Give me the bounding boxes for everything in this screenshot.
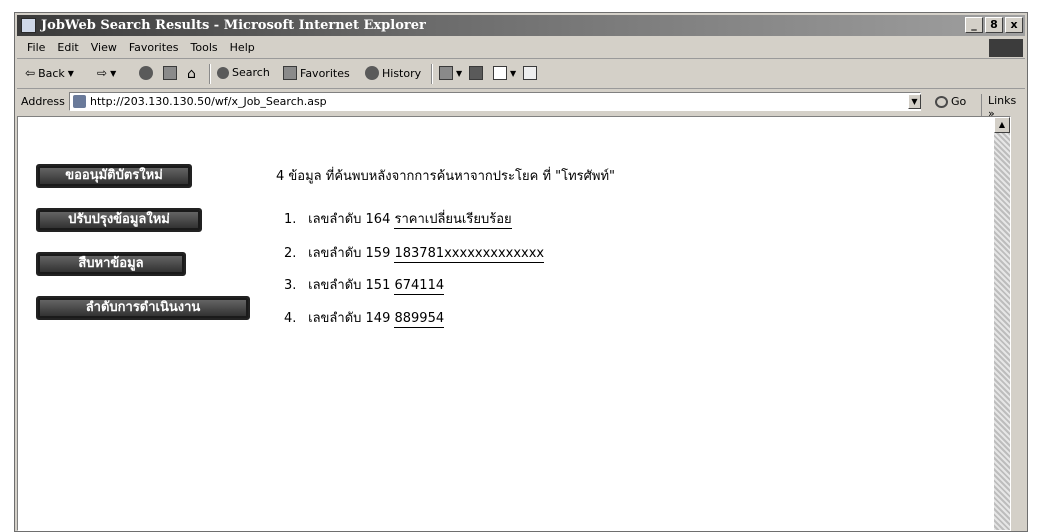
back-button[interactable]: ⇦ Back ▼	[25, 66, 74, 80]
item-number: 1.	[284, 212, 297, 227]
print-icon	[469, 66, 483, 80]
list-item: 3. เลขลำดับ 151 674114	[284, 274, 445, 295]
favorites-label: Favorites	[300, 66, 350, 80]
list-item: 2. เลขลำดับ 159 183781xxxxxxxxxxxxx	[284, 242, 545, 263]
go-button[interactable]: Go	[935, 95, 966, 108]
toolbar: ⇦ Back ▼ ⇨ ▼ ⌂ Search Favorites History …	[17, 60, 1025, 89]
history-button[interactable]: History	[365, 66, 421, 80]
result-link[interactable]: ราคาเปลี่ยนเรียบร้อย	[394, 212, 512, 229]
page-content: ▲ ขออนุมัติบัตรใหม่ ปรับปรุงข้อมูลใหม่ ส…	[17, 116, 1011, 531]
chevron-down-icon: ▼	[67, 68, 74, 78]
favorites-folder-icon	[283, 66, 297, 80]
favorites-button[interactable]: Favorites	[283, 66, 350, 80]
refresh-icon	[163, 66, 177, 80]
minimize-button[interactable]: _	[965, 17, 983, 33]
item-prefix: เลขลำดับ 164	[308, 212, 391, 227]
page-icon	[73, 95, 86, 108]
address-label: Address	[21, 95, 65, 108]
refresh-button[interactable]	[163, 66, 177, 80]
address-dropdown-button[interactable]: ▼	[908, 94, 921, 109]
stop-icon	[139, 66, 153, 80]
discuss-icon	[523, 66, 537, 80]
title-bar: JobWeb Search Results - Microsoft Intern…	[17, 15, 1025, 36]
edit-word-button[interactable]: ▼	[493, 66, 516, 80]
item-number: 2.	[284, 246, 297, 261]
print-button[interactable]	[469, 66, 483, 80]
back-arrow-icon: ⇦	[25, 66, 36, 80]
item-prefix: เลขลำดับ 151	[308, 278, 391, 293]
word-icon	[493, 66, 507, 80]
toolbar-separator	[431, 64, 433, 84]
menu-tools[interactable]: Tools	[185, 38, 224, 54]
list-item: 4. เลขลำดับ 149 889954	[284, 307, 445, 328]
menu-view[interactable]: View	[85, 38, 123, 54]
scroll-up-button[interactable]: ▲	[994, 117, 1010, 133]
discuss-button[interactable]	[523, 66, 537, 80]
go-arrow-icon	[935, 95, 948, 108]
toolbar-separator	[209, 64, 211, 84]
windows-logo-icon	[989, 39, 1023, 57]
update-data-button[interactable]: ปรับปรุงข้อมูลใหม่	[36, 208, 202, 232]
menu-favorites[interactable]: Favorites	[123, 38, 185, 54]
menu-help[interactable]: Help	[224, 38, 261, 54]
search-data-button[interactable]: สืบหาข้อมูล	[36, 252, 186, 276]
history-label: History	[382, 66, 422, 80]
mail-icon	[439, 66, 453, 80]
home-button[interactable]: ⌂	[187, 66, 196, 82]
stop-button[interactable]	[139, 66, 153, 80]
menu-edit[interactable]: Edit	[51, 38, 84, 54]
result-link[interactable]: 183781xxxxxxxxxxxxx	[394, 246, 545, 263]
back-label: Back	[38, 66, 65, 80]
browser-window: JobWeb Search Results - Microsoft Intern…	[14, 12, 1028, 532]
chevron-down-icon: ▼	[110, 68, 117, 78]
close-button[interactable]: x	[1005, 17, 1023, 33]
history-icon	[365, 66, 379, 80]
maximize-button[interactable]: 8	[985, 17, 1003, 33]
menu-file[interactable]: File	[21, 38, 51, 54]
forward-button[interactable]: ⇨ ▼	[97, 66, 116, 80]
mail-button[interactable]: ▼	[439, 66, 462, 80]
chevron-down-icon: ▼	[456, 68, 463, 78]
search-label: Search	[232, 66, 270, 79]
home-icon: ⌂	[187, 66, 196, 82]
search-button[interactable]: Search	[217, 66, 270, 79]
item-number: 4.	[284, 311, 297, 326]
result-link[interactable]: 674114	[394, 278, 445, 295]
list-item: 1. เลขลำดับ 164 ราคาเปลี่ยนเรียบร้อย	[284, 208, 512, 229]
item-prefix: เลขลำดับ 159	[308, 246, 391, 261]
request-new-card-button[interactable]: ขออนุมัติบัตรใหม่	[36, 164, 192, 188]
window-controls: _ 8 x	[963, 17, 1023, 34]
go-label: Go	[951, 95, 967, 108]
address-input[interactable]: http://203.130.130.50/wf/x_Job_Search.as…	[69, 92, 921, 111]
result-link[interactable]: 889954	[394, 311, 445, 328]
forward-arrow-icon: ⇨	[97, 66, 108, 80]
chevron-down-icon: ▼	[510, 68, 517, 78]
search-icon	[217, 66, 229, 79]
window-title: JobWeb Search Results - Microsoft Intern…	[41, 18, 426, 33]
vertical-scrollbar[interactable]	[994, 133, 1010, 530]
results-headline: 4 ข้อมูล ที่ค้นพบหลังจากการค้นหาจากประโย…	[276, 169, 616, 184]
item-number: 3.	[284, 278, 297, 293]
address-url: http://203.130.130.50/wf/x_Job_Search.as…	[90, 95, 327, 108]
workflow-order-button[interactable]: ลำดับการดำเนินงาน	[36, 296, 250, 320]
item-prefix: เลขลำดับ 149	[308, 311, 391, 326]
menu-bar: File Edit View Favorites Tools Help	[17, 38, 1025, 59]
address-bar: Address http://203.130.130.50/wf/x_Job_S…	[17, 90, 1025, 120]
ie-icon	[21, 18, 36, 33]
